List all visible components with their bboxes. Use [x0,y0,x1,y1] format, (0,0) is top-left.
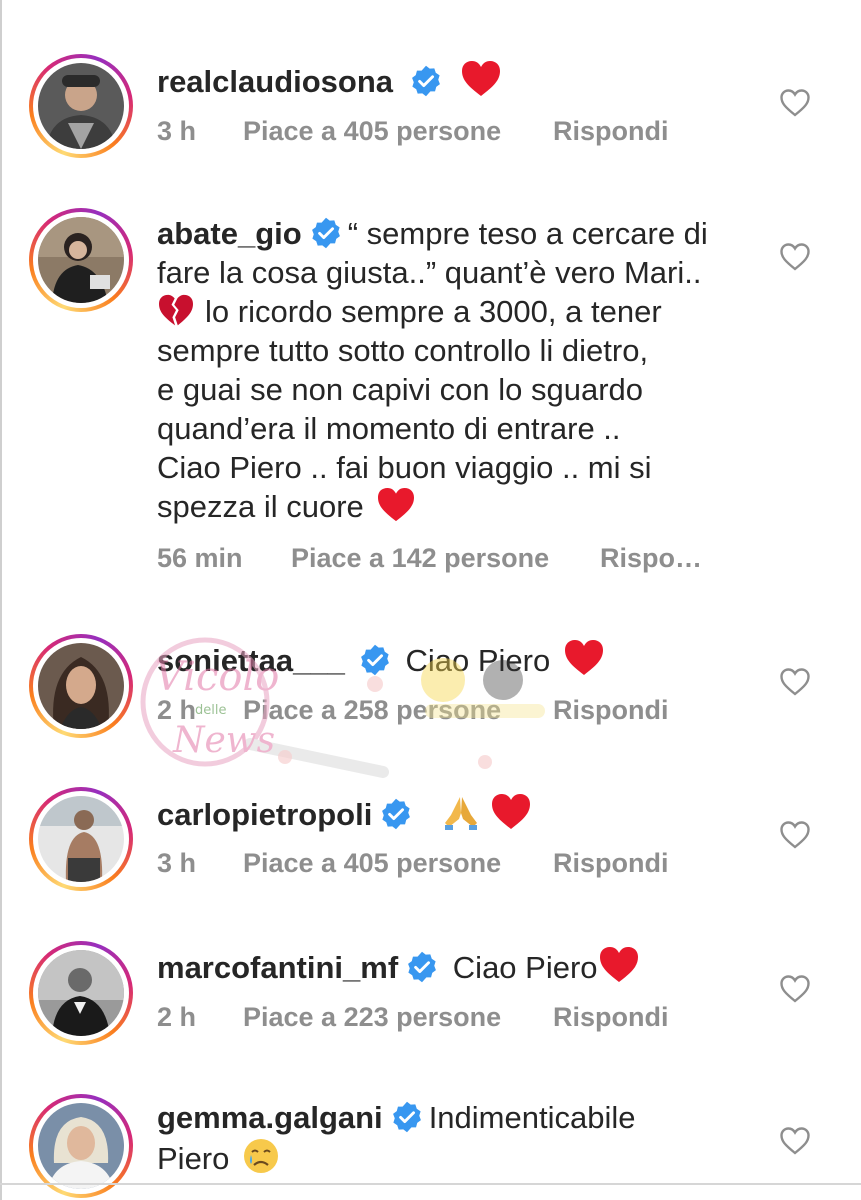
screen-border-left [0,0,2,1200]
verified-badge-icon [408,951,437,983]
comment-text: Ciao Piero [405,643,551,678]
like-heart-outline-icon[interactable] [779,88,811,118]
comment-text-line: spezza il cuore [157,489,364,524]
screen-border-bottom [0,1183,861,1185]
verified-badge-icon [392,1101,421,1133]
verified-badge-icon [382,798,411,830]
comment-time: 3 h [157,116,197,146]
like-heart-outline-icon[interactable] [779,820,811,850]
comment-username[interactable]: realclaudiosona [157,64,393,99]
comment-body: marcofantini_mf Ciao Piero [157,946,747,987]
like-heart-outline-icon[interactable] [779,1126,811,1156]
verified-badge-icon [311,217,340,249]
comment-likes-link[interactable]: Piace a 142 persone [291,543,549,574]
comment-body: gemma.galgani Indimenticabile Piero [157,1098,747,1178]
reply-button[interactable]: Rispondi [553,848,669,879]
comment-text-line: Piero [157,1141,230,1176]
avatar-photo [38,950,124,1036]
comment-time: 56 min [157,543,243,573]
comment-body: carlopietropoli [157,793,747,834]
reply-button[interactable]: Rispondi [553,116,669,147]
comment-text-line: quand’era il momento di entrare .. [157,411,621,446]
reply-button[interactable]: Rispondi [553,695,669,726]
comment-time: 3 h [157,848,197,878]
avatar-photo [38,643,124,729]
comment-text-line: Indimenticabile [428,1100,636,1135]
reply-button[interactable]: Rispondi [553,1002,669,1033]
comment-username[interactable]: abate_gio [157,216,302,251]
comment-text-line: sempre tutto sotto controllo li dietro, [157,333,649,368]
heart-emoji-icon [564,640,603,675]
comment-likes-link[interactable]: Piace a 405 persone [243,848,501,879]
verified-badge-icon [411,65,440,97]
comment-text-line: “ sempre teso a cercare di [347,216,708,251]
comment-username[interactable]: gemma.galgani [157,1100,383,1135]
avatar[interactable] [29,787,133,891]
heart-emoji-icon [378,487,415,522]
heart-emoji-icon [491,794,530,829]
comment-text-line: e guai se non capivi con lo sguardo [157,372,643,407]
comment-likes-link[interactable]: Piace a 258 persone [243,695,501,726]
avatar-photo [38,1103,124,1189]
verified-badge-icon [360,644,389,676]
avatar-photo [38,63,124,149]
comment-text-line: Ciao Piero .. fai buon viaggio .. mi si [157,450,652,485]
crying-face-emoji-icon [244,1139,278,1173]
comment-time: 2 h [157,695,197,725]
comment-time: 2 h [157,1002,197,1032]
comment-text: Ciao Piero [452,950,598,985]
like-heart-outline-icon[interactable] [779,667,811,697]
comment-text-line: lo ricordo sempre a 3000, a tener [205,294,662,329]
avatar[interactable] [29,208,133,312]
watermark-text: delle [195,703,226,718]
avatar[interactable] [29,54,133,158]
avatar-photo [38,796,124,882]
folded-hands-emoji-icon [444,797,477,830]
avatar-photo [38,217,124,303]
heart-emoji-icon [599,947,638,982]
comment-username[interactable]: carlopietropoli [157,797,372,832]
like-heart-outline-icon[interactable] [779,242,811,272]
avatar[interactable] [29,941,133,1045]
comment-username[interactable]: marcofantini_mf [157,950,398,985]
comment-username[interactable]: soniettaa___ [157,643,345,678]
watermark-text: News [172,720,275,761]
comment-body: abate_gio “ sempre teso a cercare di fare… [157,214,747,526]
broken-heart-emoji-icon [159,294,193,326]
like-heart-outline-icon[interactable] [779,974,811,1004]
comment-likes-link[interactable]: Piace a 223 persone [243,1002,501,1033]
avatar[interactable] [29,634,133,738]
comment-likes-link[interactable]: Piace a 405 persone [243,116,501,147]
comment-text-line: fare la cosa giusta..” quant’è vero Mari… [157,255,702,290]
comment-body: soniettaa___ Ciao Piero [157,639,747,680]
heart-emoji-icon [462,61,501,96]
reply-button[interactable]: Rispo… [600,543,702,574]
comment-body: realclaudiosona [157,60,747,101]
